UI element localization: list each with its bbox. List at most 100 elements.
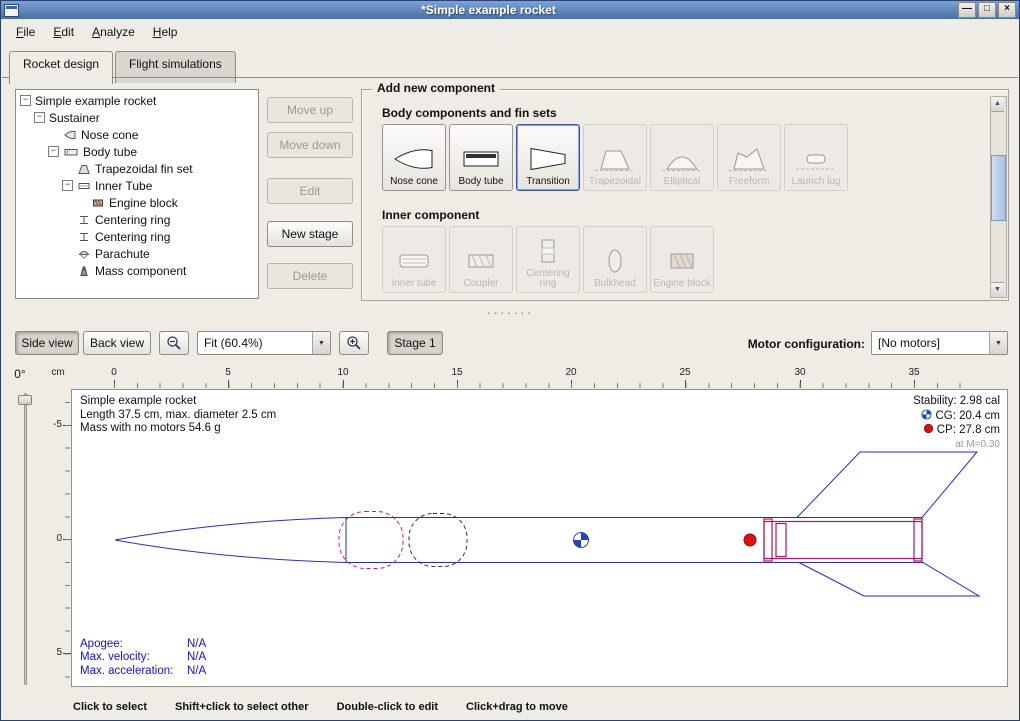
rocket-outline bbox=[115, 452, 979, 596]
chevron-down-icon[interactable]: ▼ bbox=[312, 332, 330, 354]
chevron-down-icon[interactable]: ▼ bbox=[989, 332, 1007, 354]
stage-1-toggle[interactable]: Stage 1 bbox=[387, 331, 443, 355]
system-menu-icon[interactable] bbox=[4, 4, 19, 17]
component-button-inner-tube: Inner tube bbox=[382, 226, 446, 293]
menu-edit[interactable]: Edit bbox=[45, 21, 82, 43]
nose-cone-icon bbox=[63, 129, 77, 141]
new-stage-button[interactable]: New stage bbox=[267, 221, 353, 247]
maximize-icon[interactable]: □ bbox=[978, 2, 996, 18]
edit-button: Edit bbox=[267, 178, 353, 204]
lower-fin-shape bbox=[799, 563, 979, 597]
rocket-figure-canvas[interactable]: Simple example rocket Length 37.5 cm, ma… bbox=[71, 389, 1008, 687]
apogee-label: Apogee: bbox=[80, 638, 187, 652]
close-icon[interactable]: × bbox=[998, 2, 1016, 18]
component-button-coupler: Coupler bbox=[449, 226, 513, 293]
tree-item-body-tube[interactable]: − Body tube bbox=[16, 143, 258, 160]
coupler-icon bbox=[459, 245, 503, 277]
freeform-fin-icon bbox=[727, 143, 771, 175]
vertical-ruler: -5 0 5 bbox=[47, 389, 70, 687]
inner-tube-icon bbox=[392, 245, 436, 277]
rocket-name: Simple example rocket bbox=[80, 395, 276, 409]
hint-click-drag: Click+drag to move bbox=[466, 701, 568, 713]
rocket-dimensions: Length 37.5 cm, max. diameter 2.5 cm bbox=[80, 409, 276, 423]
component-button-trapezoidal: Trapezoidal bbox=[583, 124, 647, 191]
tree-item-rocket[interactable]: − Simple example rocket bbox=[16, 92, 258, 109]
centering-ring-icon bbox=[526, 235, 570, 267]
tree-item-mass-component[interactable]: Mass component bbox=[16, 262, 258, 279]
tree-item-trapezoidal-fin-set[interactable]: Trapezoidal fin set bbox=[16, 160, 258, 177]
back-view-button[interactable]: Back view bbox=[83, 331, 151, 355]
body-tube-icon bbox=[459, 143, 503, 175]
component-button-body-tube[interactable]: Body tube bbox=[449, 124, 513, 191]
engine-block-icon bbox=[91, 197, 105, 209]
zoom-out-button[interactable] bbox=[159, 331, 189, 355]
scrollbar-thumb[interactable] bbox=[991, 155, 1006, 221]
max-velocity-label: Max. velocity: bbox=[80, 651, 187, 665]
rotation-slider-track[interactable] bbox=[24, 393, 27, 685]
max-velocity-value: N/A bbox=[187, 651, 206, 665]
component-button-elliptical: Elliptical bbox=[650, 124, 714, 191]
component-tree[interactable]: − Simple example rocket − Sustainer Nose… bbox=[15, 89, 259, 299]
collapse-icon[interactable]: − bbox=[48, 146, 59, 157]
inner-component-section-label: Inner component bbox=[382, 208, 479, 222]
centering-ring-icon bbox=[77, 214, 91, 226]
max-acceleration-label: Max. acceleration: bbox=[80, 665, 187, 679]
tree-item-centering-ring-1[interactable]: Centering ring bbox=[16, 211, 258, 228]
collapse-icon[interactable]: − bbox=[34, 112, 45, 123]
menu-file[interactable]: File bbox=[8, 21, 43, 43]
centering-ring-icon bbox=[77, 231, 91, 243]
component-button-transition[interactable]: Transition bbox=[516, 124, 580, 191]
component-button-nose-cone[interactable]: Nose cone bbox=[382, 124, 446, 191]
tab-rocket-design[interactable]: Rocket design bbox=[9, 51, 113, 84]
tab-flight-simulations[interactable]: Flight simulations bbox=[115, 51, 236, 83]
motor-configuration-select[interactable]: [No motors] ▼ bbox=[871, 331, 1008, 355]
launch-lug-icon bbox=[794, 143, 838, 175]
cg-icon bbox=[921, 409, 932, 420]
trapezoidal-fin-icon bbox=[593, 143, 637, 175]
cp-icon bbox=[923, 423, 934, 434]
collapse-icon[interactable]: − bbox=[62, 180, 73, 191]
body-tube-shape bbox=[346, 518, 922, 563]
flight-data-summary: Apogee:N/A Max. velocity:N/A Max. accele… bbox=[80, 638, 206, 679]
collapse-icon[interactable]: − bbox=[20, 95, 31, 106]
mass-component-icon bbox=[77, 265, 91, 277]
component-panel-scrollbar[interactable]: ▲ ▼ bbox=[990, 96, 1007, 298]
rotation-angle-label: 0° bbox=[7, 367, 33, 381]
zoom-level-select[interactable]: Fit (60.4%) ▼ bbox=[197, 331, 331, 355]
rocket-mass: Mass with no motors 54.6 g bbox=[80, 422, 276, 436]
application-window: *Simple example rocket — □ × File Edit A… bbox=[0, 0, 1020, 721]
side-view-button[interactable]: Side view bbox=[15, 331, 79, 355]
parachute-shape bbox=[339, 512, 403, 569]
tree-item-stage-sustainer[interactable]: − Sustainer bbox=[16, 109, 258, 126]
tree-item-inner-tube[interactable]: − Inner Tube bbox=[16, 177, 258, 194]
stability-info: Stability: 2.98 cal CG: 20.4 cm CP: 27.8… bbox=[913, 395, 1000, 451]
tree-item-nose-cone[interactable]: Nose cone bbox=[16, 126, 258, 143]
menu-analyze[interactable]: Analyze bbox=[84, 21, 143, 43]
menu-help[interactable]: Help bbox=[145, 21, 186, 43]
motor-configuration-label: Motor configuration: bbox=[717, 337, 865, 351]
motor-configuration-value: [No motors] bbox=[872, 336, 989, 350]
tree-item-engine-block[interactable]: Engine block bbox=[16, 194, 258, 211]
horizontal-splitter[interactable]: ······· bbox=[1, 307, 1019, 321]
nose-cone-shape bbox=[115, 518, 346, 563]
minimize-icon[interactable]: — bbox=[958, 2, 976, 18]
elliptical-fin-icon bbox=[660, 143, 704, 175]
scroll-down-icon[interactable]: ▼ bbox=[991, 282, 1004, 297]
body-tube-icon bbox=[63, 146, 79, 158]
tree-item-parachute[interactable]: Parachute bbox=[16, 245, 258, 262]
tab-divider bbox=[2, 77, 1018, 78]
bulkhead-icon bbox=[593, 245, 637, 277]
component-button-centering-ring: Centering ring bbox=[516, 226, 580, 293]
centering-ring-shape bbox=[914, 519, 922, 561]
inner-components bbox=[764, 519, 922, 561]
scroll-up-icon[interactable]: ▲ bbox=[991, 97, 1004, 112]
upper-fin-shape bbox=[797, 452, 977, 518]
zoom-out-icon bbox=[166, 335, 182, 351]
max-acceleration-value: N/A bbox=[187, 665, 206, 679]
tree-item-centering-ring-2[interactable]: Centering ring bbox=[16, 228, 258, 245]
hint-click-select: Click to select bbox=[73, 701, 147, 713]
rotation-slider-handle[interactable] bbox=[18, 395, 32, 405]
window-title: *Simple example rocket bbox=[19, 3, 958, 17]
zoom-in-button[interactable] bbox=[339, 331, 369, 355]
ruler-ticks bbox=[65, 402, 70, 683]
